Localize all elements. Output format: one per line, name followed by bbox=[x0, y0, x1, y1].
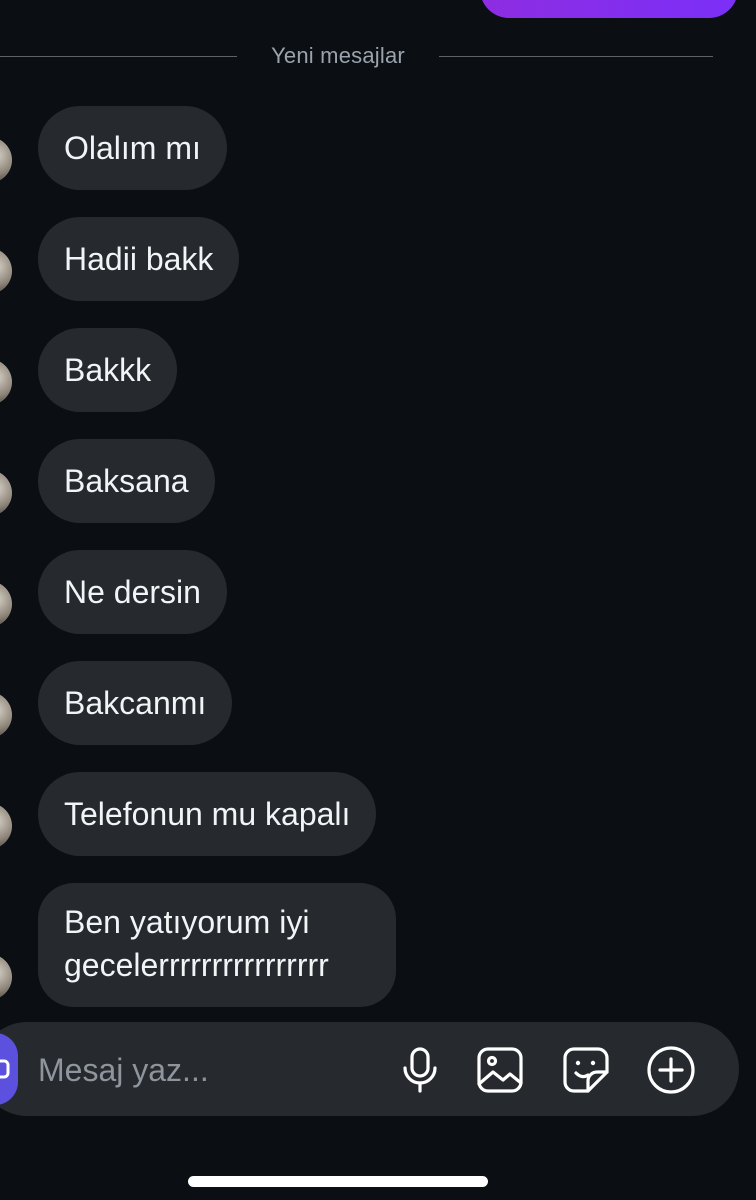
sender-avatar[interactable] bbox=[0, 803, 12, 849]
sticker-icon bbox=[563, 1047, 609, 1093]
received-message-bubble[interactable]: Bakcanmı bbox=[38, 661, 233, 745]
microphone-button[interactable] bbox=[394, 1044, 446, 1096]
sent-message-bubble[interactable] bbox=[480, 0, 738, 18]
sender-avatar[interactable] bbox=[0, 692, 12, 738]
received-message-bubble[interactable]: Baksana bbox=[38, 439, 215, 523]
sender-avatar[interactable] bbox=[0, 954, 12, 1000]
message-input[interactable] bbox=[38, 1046, 368, 1094]
received-message-bubble[interactable]: Telefonun mu kapalı bbox=[38, 772, 377, 856]
sender-avatar[interactable] bbox=[0, 248, 12, 294]
plus-circle-icon bbox=[647, 1046, 695, 1094]
sticker-button[interactable] bbox=[560, 1044, 612, 1096]
sender-avatar[interactable] bbox=[0, 581, 12, 627]
divider-line-right bbox=[439, 55, 713, 57]
camera-icon bbox=[0, 1059, 10, 1079]
gallery-icon bbox=[477, 1047, 523, 1093]
received-message-bubble[interactable]: Hadii bakk bbox=[38, 217, 240, 301]
new-messages-divider: Yeni mesajlar bbox=[0, 38, 714, 74]
sender-avatar[interactable] bbox=[0, 359, 12, 405]
microphone-icon bbox=[403, 1047, 437, 1093]
gallery-button[interactable] bbox=[474, 1044, 526, 1096]
new-messages-label: Yeni mesajlar bbox=[271, 43, 405, 68]
divider-line-left bbox=[0, 55, 237, 57]
received-message-bubble[interactable]: Ben yatıyorum iyi gecelerrrrrrrrrrrrrrrr bbox=[38, 883, 396, 1007]
add-button[interactable] bbox=[645, 1044, 697, 1096]
received-message-bubble[interactable]: Ne dersin bbox=[38, 550, 227, 634]
received-message-bubble[interactable]: Olalım mı bbox=[38, 106, 227, 190]
received-message-bubble[interactable]: Bakkk bbox=[38, 328, 178, 412]
sender-avatar[interactable] bbox=[0, 470, 12, 516]
chat-screen: Yeni mesajlar Olalım mı Hadii bakk Bakkk… bbox=[0, 0, 756, 1200]
home-indicator[interactable] bbox=[188, 1176, 488, 1187]
sender-avatar[interactable] bbox=[0, 137, 12, 183]
